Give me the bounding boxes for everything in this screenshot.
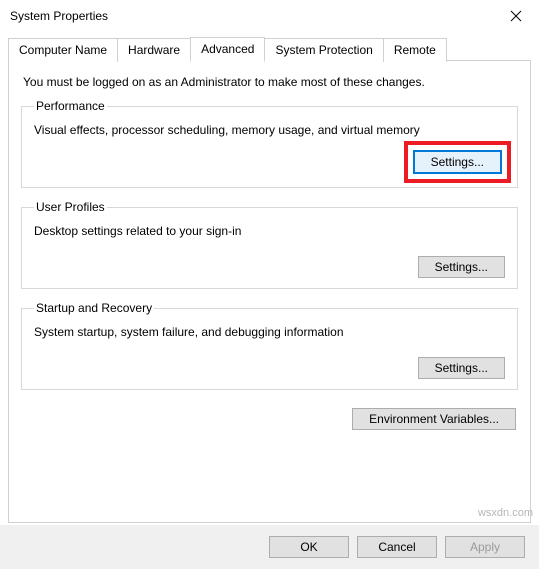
tab-advanced[interactable]: Advanced xyxy=(190,37,265,61)
annotation-highlight: Settings... xyxy=(404,141,511,183)
group-performance-legend: Performance xyxy=(34,99,107,113)
tab-hardware[interactable]: Hardware xyxy=(117,38,191,62)
group-user-profiles-legend: User Profiles xyxy=(34,200,107,214)
group-user-profiles: User Profiles Desktop settings related t… xyxy=(21,200,518,289)
environment-variables-button[interactable]: Environment Variables... xyxy=(352,408,516,430)
group-performance: Performance Visual effects, processor sc… xyxy=(21,99,518,188)
tab-strip: Computer Name Hardware Advanced System P… xyxy=(8,36,531,61)
tab-system-protection[interactable]: System Protection xyxy=(264,38,383,62)
intro-text: You must be logged on as an Administrato… xyxy=(23,75,516,89)
watermark: wsxdn.com xyxy=(478,507,533,519)
ok-button[interactable]: OK xyxy=(269,536,349,558)
performance-settings-button[interactable]: Settings... xyxy=(413,150,502,174)
group-user-profiles-desc: Desktop settings related to your sign-in xyxy=(34,224,505,238)
startup-recovery-settings-button[interactable]: Settings... xyxy=(418,357,505,379)
tab-remote[interactable]: Remote xyxy=(383,38,447,62)
apply-button[interactable]: Apply xyxy=(445,536,525,558)
group-startup-recovery: Startup and Recovery System startup, sys… xyxy=(21,301,518,390)
dialog-button-bar: OK Cancel Apply xyxy=(0,525,539,569)
window-title: System Properties xyxy=(10,9,108,23)
group-startup-recovery-legend: Startup and Recovery xyxy=(34,301,154,315)
close-icon xyxy=(510,10,522,22)
tabs-container: Computer Name Hardware Advanced System P… xyxy=(0,32,539,523)
group-performance-desc: Visual effects, processor scheduling, me… xyxy=(34,123,505,137)
titlebar: System Properties xyxy=(0,0,539,32)
user-profiles-settings-button[interactable]: Settings... xyxy=(418,256,505,278)
group-startup-recovery-desc: System startup, system failure, and debu… xyxy=(34,325,505,339)
tab-computer-name[interactable]: Computer Name xyxy=(8,38,118,62)
close-button[interactable] xyxy=(493,0,539,32)
tab-panel-advanced: You must be logged on as an Administrato… xyxy=(8,61,531,523)
cancel-button[interactable]: Cancel xyxy=(357,536,437,558)
